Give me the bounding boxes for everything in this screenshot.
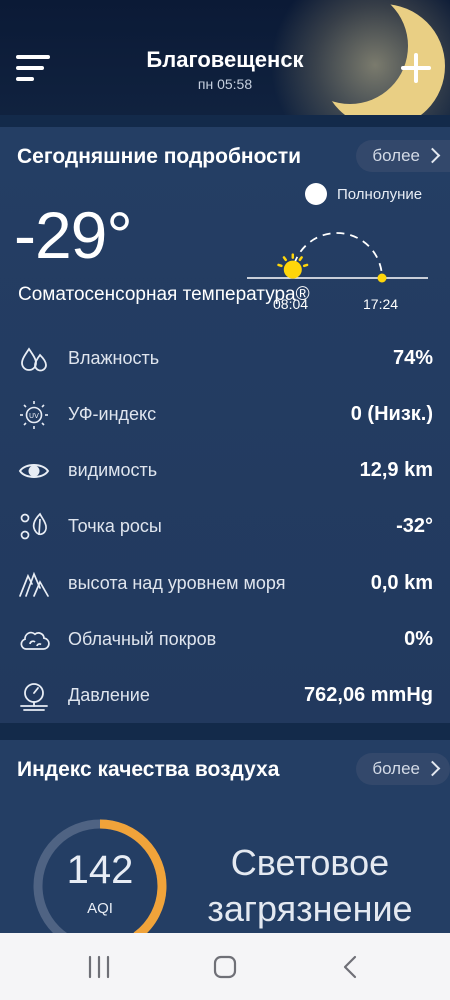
humidity-icon — [21, 347, 47, 372]
detail-value: 0 (Низк.) — [350, 403, 433, 425]
city-name: Благовещенск — [146, 47, 304, 72]
air-quality-status: Световое загрязнение — [207, 842, 413, 929]
sunrise-time: 08:04 — [273, 296, 309, 312]
air-quality-more-label: более — [372, 759, 420, 778]
add-location-icon[interactable] — [398, 50, 434, 86]
uv-index-icon: UV — [20, 401, 48, 429]
detail-label: Давление — [68, 685, 150, 705]
detail-row-humidity: Влажность 74% — [0, 339, 450, 379]
aqi-value: 142 — [66, 848, 134, 892]
detail-row-uv-index: UV УФ-индекс 0 (Низк.) — [0, 395, 450, 435]
detail-label: Влажность — [68, 348, 160, 368]
feels-like-label: Соматосенсорная температура® — [18, 284, 310, 305]
cloud-cover-icon — [20, 631, 50, 650]
detail-row-visibility: видимость 12,9 km — [0, 451, 450, 491]
dew-point-icon — [20, 512, 47, 540]
detail-row-pressure: Давление 762,06 mmHg — [0, 676, 450, 716]
svg-text:UV: UV — [29, 412, 39, 420]
chevron-right-icon — [424, 760, 441, 777]
card-separator — [0, 723, 450, 740]
sun-ray — [282, 256, 287, 262]
detail-value: 0,0 km — [370, 572, 433, 594]
back-icon[interactable] — [336, 953, 366, 981]
detail-label: Облачный покров — [68, 629, 217, 649]
moon-phase-label: Полнолуние — [337, 186, 423, 203]
current-temperature: -29° — [14, 198, 133, 272]
chevron-right-icon — [424, 147, 441, 164]
sunset-time: 17:24 — [363, 296, 399, 312]
sunset-marker — [377, 273, 387, 283]
visibility-eye-icon — [18, 464, 50, 478]
detail-value: 762,06 mmHg — [304, 684, 433, 706]
full-moon-icon — [305, 183, 327, 205]
detail-label: видимость — [68, 460, 158, 480]
sun-ray — [302, 263, 309, 268]
sun-icon — [277, 253, 309, 279]
details-more-button[interactable]: более — [356, 140, 450, 172]
aqi-unit: AQI — [87, 900, 113, 917]
detail-label: УФ-индекс — [68, 404, 157, 424]
detail-value: 12,9 km — [359, 459, 433, 481]
current-time: пн 05:58 — [197, 76, 253, 92]
detail-value: 0% — [404, 628, 433, 650]
today-details-card: Сегодняшние подробности более Полнолуние… — [0, 127, 450, 723]
air-quality-title: Индекс качества воздуха — [17, 758, 280, 781]
detail-value: -32° — [396, 515, 433, 537]
app-header: Благовещенск пн 05:58 — [0, 0, 450, 115]
detail-label: высота над уровнем моря — [68, 573, 286, 593]
home-icon[interactable] — [210, 953, 240, 981]
sun-path-arc — [291, 232, 383, 279]
air-quality-more-button[interactable]: более — [356, 753, 450, 785]
sun-ray — [298, 256, 303, 262]
detail-row-cloud-cover: Облачный покров 0% — [0, 620, 450, 660]
air-quality-card: Индекс качества воздуха более 142 AQI Св… — [0, 740, 450, 953]
detail-value: 74% — [392, 347, 433, 369]
recent-apps-icon[interactable] — [84, 953, 114, 981]
pressure-gauge-icon — [20, 683, 48, 711]
detail-row-dew-point: Точка росы -32° — [0, 507, 450, 547]
sun-ray — [277, 263, 283, 268]
system-navigation-bar — [0, 933, 450, 1000]
details-title: Сегодняшние подробности — [17, 145, 302, 168]
altitude-icon — [19, 571, 49, 597]
detail-label: Точка росы — [68, 516, 162, 536]
details-more-label: более — [372, 146, 420, 165]
detail-row-altitude: высота над уровнем моря 0,0 km — [0, 564, 450, 604]
